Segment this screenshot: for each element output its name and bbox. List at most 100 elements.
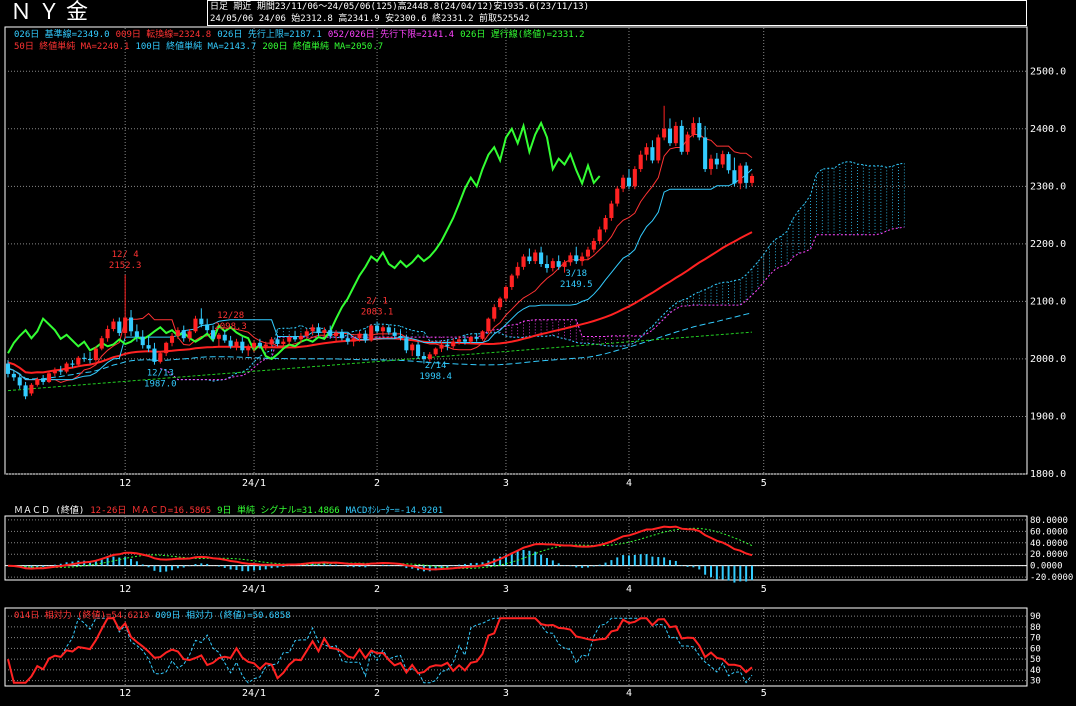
candle-body (234, 341, 239, 347)
candle-body (468, 337, 473, 342)
peak-annotation-date: 12/ 4 (112, 250, 139, 260)
candle-body (216, 334, 221, 339)
candle-body (726, 154, 731, 171)
y-tick-label-macd: -20.0000 (1030, 573, 1073, 583)
candle-body (585, 249, 591, 257)
x-tick-label: 12 (119, 478, 131, 489)
legend-entry: 100日 終値単純 MA=2143.7 (135, 42, 257, 52)
legend-entry: 026日 遅行線(終値)=2331.2 (460, 30, 585, 40)
candle-body (64, 363, 69, 372)
candle-body (544, 264, 550, 269)
candle-body (334, 332, 339, 336)
candle-body (146, 345, 151, 349)
candle-body (486, 318, 491, 332)
candle-body (580, 256, 585, 262)
legend-entry: 026日 先行上限=2187.1 (217, 30, 322, 40)
candle-body (293, 337, 298, 340)
candle-body (29, 384, 34, 394)
candle-body (345, 338, 350, 342)
candle-body (714, 158, 719, 165)
candle-body (445, 344, 450, 347)
candle-body (697, 123, 702, 138)
candle-body (744, 165, 749, 183)
candle-body (492, 307, 497, 319)
candle-body (427, 354, 432, 359)
candle-body (550, 261, 555, 269)
candle-body (509, 275, 514, 288)
candle-body (539, 252, 544, 264)
candle-body (140, 337, 145, 346)
x-tick-label: 4 (626, 478, 632, 489)
candle-body (404, 338, 409, 351)
candle-body (117, 321, 122, 334)
main-legend-row1: 026日 基準線=2349.0 009日 転換線=2324.8 026日 先行上限=… (14, 30, 591, 41)
y-tick-label-rsi: 80 (1030, 623, 1041, 633)
candle-body (562, 262, 567, 267)
candle-body (322, 330, 327, 334)
peak-annotation-date: 3/18 (565, 269, 587, 279)
rsi-legend: 014日 相対力 (終値)=54.6219 009日 相対力 (終値)=50.68… (14, 611, 297, 622)
y-tick-label-macd: 0.0000 (1030, 562, 1063, 572)
candle-body (498, 298, 503, 308)
x-tick-label: 2 (374, 688, 380, 699)
candle-body (205, 324, 210, 331)
candle-body (480, 331, 485, 339)
candle-body (626, 177, 632, 187)
peak-annotation-date: 12/13 (147, 369, 174, 379)
candle-body (275, 339, 280, 344)
candle-body (351, 338, 356, 342)
candle-body (673, 125, 678, 144)
candle-body (439, 344, 444, 349)
candle-body (5, 363, 11, 374)
peak-annotation-price: 2149.5 (560, 280, 593, 290)
candle-body (691, 123, 696, 135)
x-tick-label: 3 (503, 584, 509, 595)
candle-body (111, 321, 116, 330)
candle-body (339, 332, 344, 339)
candle-body (386, 327, 391, 333)
candle-body (240, 341, 245, 351)
candle-body (357, 333, 362, 339)
candle-body (158, 353, 163, 362)
y-tick-label-main: 1900.0 (1030, 411, 1066, 422)
candle-body (644, 147, 649, 155)
candle-body (187, 331, 192, 339)
legend-entry: 052/026日 先行下限=2141.4 (327, 30, 455, 40)
candle-body (363, 333, 368, 341)
candle-body (615, 188, 620, 204)
candle-body (128, 317, 134, 332)
x-tick-label: 4 (626, 688, 632, 699)
candle-body (23, 385, 28, 397)
header: ＮＹ金 日足 期近 期間23/11/06～24/05/06(125)高2448.… (0, 0, 1076, 26)
candle-body (76, 357, 81, 365)
candle-body (703, 137, 708, 170)
candle-body (457, 339, 462, 342)
candle-body (597, 229, 602, 241)
candle-body (375, 325, 380, 332)
candle-body (603, 217, 608, 230)
x-tick-label: 2 (374, 478, 380, 489)
candle-body (462, 339, 467, 342)
candle-body (257, 342, 262, 347)
legend-entry: ＭＡＣＤ (終値) (14, 506, 85, 516)
legend-entry: 9日 単純 シグナル=31.4866 (217, 506, 340, 516)
candle-body (99, 338, 104, 349)
candle-body (632, 169, 637, 187)
candle-body (93, 348, 98, 361)
candle-body (410, 344, 415, 351)
candle-body (568, 255, 573, 263)
chart-canvas: 12 12 12 24/1 24/1 24/1 2 2 2 3 3 3 4 4 4 5 5 5 1800.0 1900… (4, 26, 1073, 699)
candle-body (656, 137, 661, 161)
candle-body (398, 335, 403, 339)
panel-macd-frame (4, 515, 1028, 581)
candle-body (82, 357, 87, 359)
chikou-line (7, 120, 601, 361)
candle-body (533, 252, 538, 262)
candle-body (392, 332, 397, 336)
candle-body (193, 318, 198, 332)
candle-body (58, 370, 63, 372)
candle-body (46, 373, 52, 382)
candle-body (181, 330, 186, 339)
candle-body (316, 327, 321, 334)
y-tick-label-main: 1800.0 (1030, 469, 1066, 480)
